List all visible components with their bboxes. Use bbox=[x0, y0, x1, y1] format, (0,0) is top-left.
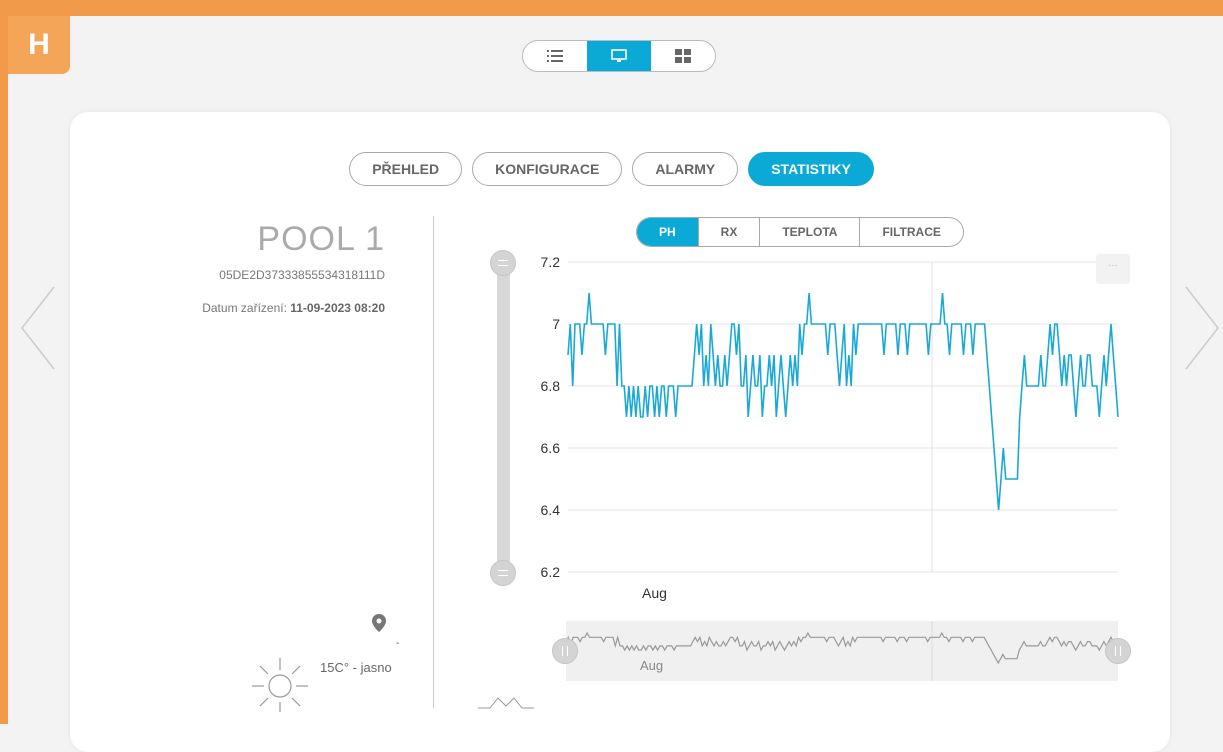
monitor-view-button[interactable] bbox=[587, 41, 651, 71]
device-date-label: Datum zařízení: bbox=[202, 301, 291, 315]
tab-prehled[interactable]: PŘEHLED bbox=[349, 152, 463, 186]
tab-alarmy[interactable]: ALARMY bbox=[632, 152, 739, 186]
view-switch bbox=[522, 40, 716, 72]
device-id: 05DE2D37333855534318111D bbox=[219, 268, 385, 282]
y-range-top-handle[interactable] bbox=[490, 250, 516, 276]
top-accent-bar bbox=[0, 0, 1223, 16]
monitor-icon bbox=[611, 49, 627, 62]
navigator-right-handle[interactable] bbox=[1105, 638, 1131, 664]
pool-name: POOL 1 bbox=[257, 220, 385, 258]
prev-arrow-icon[interactable] bbox=[18, 285, 58, 371]
column-divider bbox=[433, 216, 434, 708]
x-tick-label: Aug bbox=[642, 585, 667, 601]
metric-tab-filtrace[interactable]: FILTRACE bbox=[859, 218, 962, 246]
section-tabs: PŘEHLED KONFIGURACE ALARMY STATISTIKY bbox=[0, 152, 1223, 186]
sun-icon bbox=[252, 658, 308, 712]
next-arrow-icon[interactable] bbox=[1182, 285, 1222, 371]
device-date: Datum zařízení: 11-09-2023 08:20 bbox=[202, 301, 385, 315]
logo-letter: H bbox=[28, 28, 50, 61]
metric-tab-ph[interactable]: PH bbox=[637, 218, 698, 246]
chart-type-icon[interactable] bbox=[476, 692, 536, 712]
ph-series-line bbox=[567, 292, 1119, 511]
metric-tab-teplota[interactable]: TEPLOTA bbox=[759, 218, 859, 246]
grid-icon bbox=[675, 49, 691, 63]
location-text: - bbox=[396, 638, 400, 649]
grid-view-button[interactable] bbox=[651, 41, 715, 71]
y-range-bottom-handle[interactable] bbox=[490, 560, 516, 586]
metric-tabs: PH RX TEPLOTA FILTRACE bbox=[636, 217, 964, 247]
navigator-x-label: Aug bbox=[640, 658, 664, 673]
left-accent-bar bbox=[0, 0, 8, 724]
list-icon bbox=[547, 50, 563, 62]
brand-logo[interactable]: H bbox=[8, 16, 70, 74]
tab-konfigurace[interactable]: KONFIGURACE bbox=[472, 152, 623, 186]
ph-chart: 7.2 7 6.8 6.6 6.4 6.2 Aug bbox=[541, 254, 1119, 601]
y-range-slider[interactable] bbox=[497, 262, 510, 574]
metric-tab-rx[interactable]: RX bbox=[697, 218, 760, 246]
y-tick-label: 7.2 bbox=[541, 254, 561, 270]
device-date-value: 11-09-2023 08:20 bbox=[290, 301, 385, 315]
y-tick-label: 6.6 bbox=[541, 440, 561, 456]
y-tick-label: 6.4 bbox=[541, 502, 561, 518]
y-tick-label: 6.8 bbox=[541, 378, 561, 394]
location-pin-icon bbox=[372, 614, 386, 632]
list-view-button[interactable] bbox=[523, 41, 587, 71]
chart-menu-button[interactable]: ··· bbox=[1096, 254, 1130, 284]
y-tick-label: 6.2 bbox=[541, 564, 561, 580]
y-tick-label: 7 bbox=[552, 316, 560, 332]
navigator-left-handle[interactable] bbox=[552, 638, 578, 664]
weather-text: 15C° - jasno bbox=[320, 660, 392, 675]
tab-statistiky[interactable]: STATISTIKY bbox=[748, 152, 874, 186]
